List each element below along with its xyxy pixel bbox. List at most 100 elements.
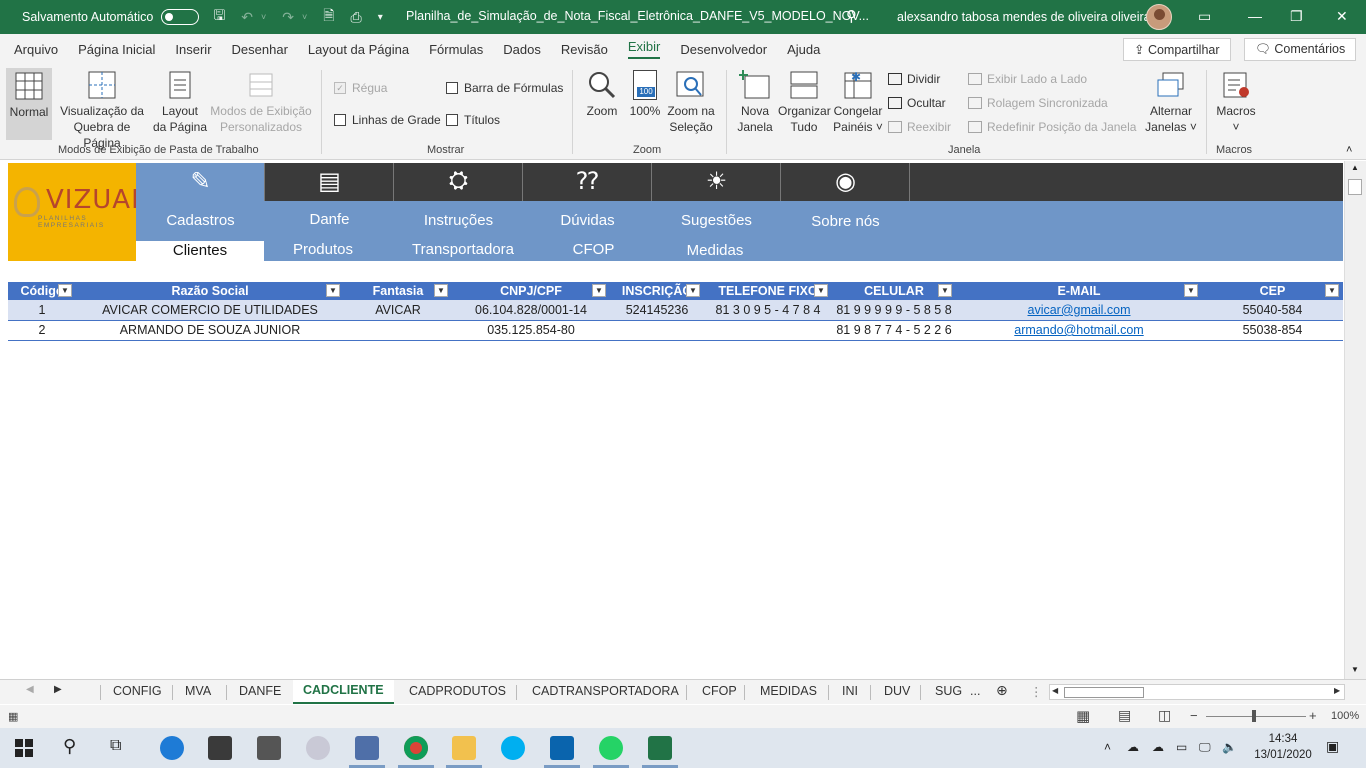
freeze-panes-button[interactable]: ✱ Congelar Painéis ˅ <box>830 70 886 135</box>
filter-dropdown-icon[interactable]: ▼ <box>1184 284 1198 297</box>
next-sheet-icon[interactable]: ▶ <box>54 684 62 695</box>
nav-sugestoes[interactable]: Sugestões <box>652 212 781 229</box>
column-header[interactable]: CEP ▼ <box>1202 282 1343 300</box>
customize-toolbar-icon[interactable]: ▾ <box>378 12 383 23</box>
page-break-preview-button[interactable]: Visualização da Quebra de Página <box>54 70 150 151</box>
scroll-right-icon[interactable]: ▶ <box>1334 686 1340 695</box>
vertical-scroll-thumb[interactable] <box>1348 179 1362 195</box>
cell[interactable] <box>344 320 452 341</box>
zoom-slider-thumb[interactable] <box>1252 710 1256 722</box>
store-icon[interactable] <box>208 736 232 760</box>
horizontal-scroll-thumb[interactable] <box>1064 687 1144 698</box>
formula-bar-checkbox[interactable]: Barra de Fórmulas <box>446 81 563 95</box>
email-cell[interactable]: armando@hotmail.com <box>956 320 1202 341</box>
add-sheet-icon[interactable]: ⊕ <box>996 682 1008 699</box>
cell[interactable]: 81 3 0 9 5 - 4 7 8 4 <box>704 300 832 321</box>
table-row[interactable]: 1 AVICAR COMERCIO DE UTILIDADES AVICAR 0… <box>8 300 1343 321</box>
tab-formulas[interactable]: Fórmulas <box>429 42 483 57</box>
nav-sobre-nos[interactable]: Sobre nós <box>781 213 910 230</box>
redo-dropdown-icon[interactable]: ˅ <box>302 12 307 22</box>
nav-duvidas[interactable]: Dúvidas <box>523 212 652 229</box>
column-header[interactable]: TELEFONE FIXO ▼ <box>704 282 832 300</box>
windows-start-icon[interactable] <box>15 739 33 757</box>
macros-button[interactable]: Macros ˅ <box>1212 70 1260 135</box>
scroll-up-icon[interactable]: ▲ <box>1351 163 1359 172</box>
user-name[interactable]: alexsandro tabosa mendes de oliveira oli… <box>897 10 1151 24</box>
filter-dropdown-icon[interactable]: ▼ <box>58 284 72 297</box>
cell[interactable]: 55038-854 <box>1202 320 1343 341</box>
cell[interactable]: 1 <box>8 300 76 321</box>
nav-danfe-icon-cell[interactable]: ▤ <box>265 163 394 201</box>
cell[interactable]: 524145236 <box>610 300 704 321</box>
file-explorer-icon[interactable] <box>446 736 482 768</box>
nav-duvidas-icon-cell[interactable]: ⁇ <box>523 163 652 201</box>
undo-dropdown-icon[interactable]: ˅ <box>261 12 266 22</box>
normal-view-button[interactable]: Normal <box>6 68 52 140</box>
subnav-produtos[interactable]: Produtos <box>265 241 381 258</box>
tab-dados[interactable]: Dados <box>503 42 541 57</box>
autosave-toggle[interactable] <box>161 9 200 25</box>
column-header[interactable]: E-MAIL ▼ <box>956 282 1202 300</box>
nav-sugestoes-icon-cell[interactable]: ☀ <box>652 163 781 201</box>
cell[interactable] <box>610 320 704 341</box>
tab-pagina-inicial[interactable]: Página Inicial <box>78 42 155 57</box>
task-view-icon[interactable]: ⧉ <box>110 737 121 755</box>
new-document-icon[interactable]: 🗎 <box>323 5 334 29</box>
prev-sheet-icon[interactable]: ◀ <box>26 684 34 695</box>
sheet-tab-ini[interactable]: INI <box>842 684 858 698</box>
collapse-ribbon-icon[interactable]: ˄ <box>1346 144 1352 156</box>
normal-view-status-icon[interactable]: ▦ <box>1076 707 1090 725</box>
restore-icon[interactable]: ❐ <box>1290 8 1303 25</box>
battery-icon[interactable]: ▭ <box>1176 740 1187 754</box>
filter-dropdown-icon[interactable]: ▼ <box>814 284 828 297</box>
column-header[interactable]: CELULAR ▼ <box>832 282 956 300</box>
zoom-100-button[interactable]: 100 100% <box>626 70 664 119</box>
undo-icon[interactable]: ↶ <box>241 9 253 26</box>
redo-icon[interactable]: ↷ <box>282 9 294 26</box>
print-preview-icon[interactable]: ⎙ <box>351 9 362 26</box>
minimize-icon[interactable]: — <box>1248 8 1262 24</box>
sheet-tab-duv[interactable]: DUV <box>884 684 910 698</box>
sheet-tab-cadtransportadora[interactable]: CADTRANSPORTADORA <box>532 684 679 698</box>
switch-windows-button[interactable]: Alternar Janelas ˅ <box>1142 70 1200 135</box>
cell[interactable]: ARMANDO DE SOUZA JUNIOR <box>76 320 344 341</box>
sheet-tab-cadprodutos[interactable]: CADPRODUTOS <box>409 684 506 698</box>
share-button[interactable]: ⇪ Compartilhar <box>1123 38 1231 61</box>
skype-icon[interactable] <box>501 736 525 760</box>
sheet-tab-config[interactable]: CONFIG <box>113 684 162 698</box>
ribbon-display-options-icon[interactable]: ▭ <box>1198 8 1211 25</box>
more-sheets-button[interactable]: ... <box>970 684 980 698</box>
subnav-transportadora[interactable]: Transportadora <box>394 241 532 258</box>
nav-instrucoes[interactable]: Instruções <box>394 212 523 229</box>
excel-icon[interactable] <box>642 736 678 768</box>
tab-inserir[interactable]: Inserir <box>175 42 211 57</box>
cell[interactable]: 035.125.854-80 <box>452 320 610 341</box>
cell[interactable]: AVICAR COMERCIO DE UTILIDADES <box>76 300 344 321</box>
hide-button[interactable]: Ocultar <box>888 96 946 110</box>
edge-icon[interactable] <box>160 736 184 760</box>
save-icon[interactable]: 🖫 <box>213 5 225 29</box>
vertical-scrollbar[interactable]: ▲ ▼ <box>1344 161 1366 679</box>
tray-overflow-icon[interactable]: ˄ <box>1104 740 1111 754</box>
search-icon[interactable]: ⚲ <box>846 7 857 25</box>
column-header[interactable]: Fantasia ▼ <box>344 282 452 300</box>
chrome-icon[interactable] <box>398 736 434 768</box>
page-layout-button[interactable]: Layout da Página <box>152 70 208 135</box>
sheet-tab-cfop[interactable]: CFOP <box>702 684 737 698</box>
email-link[interactable]: armando@hotmail.com <box>1014 323 1143 337</box>
table-row[interactable]: 2 ARMANDO DE SOUZA JUNIOR 035.125.854-80… <box>8 320 1343 341</box>
onedrive-icon[interactable]: ☁ <box>1152 740 1164 754</box>
tab-desenvolvedor[interactable]: Desenvolvedor <box>680 42 767 57</box>
cell[interactable]: 81 9 8 7 7 4 - 5 2 2 6 <box>832 320 956 341</box>
tab-desenhar[interactable]: Desenhar <box>232 42 288 57</box>
comments-button[interactable]: 🗨 Comentários <box>1244 38 1357 61</box>
zoom-in-icon[interactable]: + <box>1309 708 1317 723</box>
macro-record-icon[interactable]: ▦ <box>8 710 18 723</box>
subnav-clientes[interactable]: Clientes <box>136 241 264 261</box>
zoom-button[interactable]: Zoom <box>582 70 622 119</box>
split-button[interactable]: Dividir <box>888 72 940 86</box>
nav-sobre-icon-cell[interactable]: ◉ <box>781 163 910 201</box>
nav-instrucoes-icon-cell[interactable]: ⛭ <box>394 163 523 201</box>
filter-dropdown-icon[interactable]: ▼ <box>938 284 952 297</box>
new-window-button[interactable]: Nova Janela <box>732 70 778 135</box>
